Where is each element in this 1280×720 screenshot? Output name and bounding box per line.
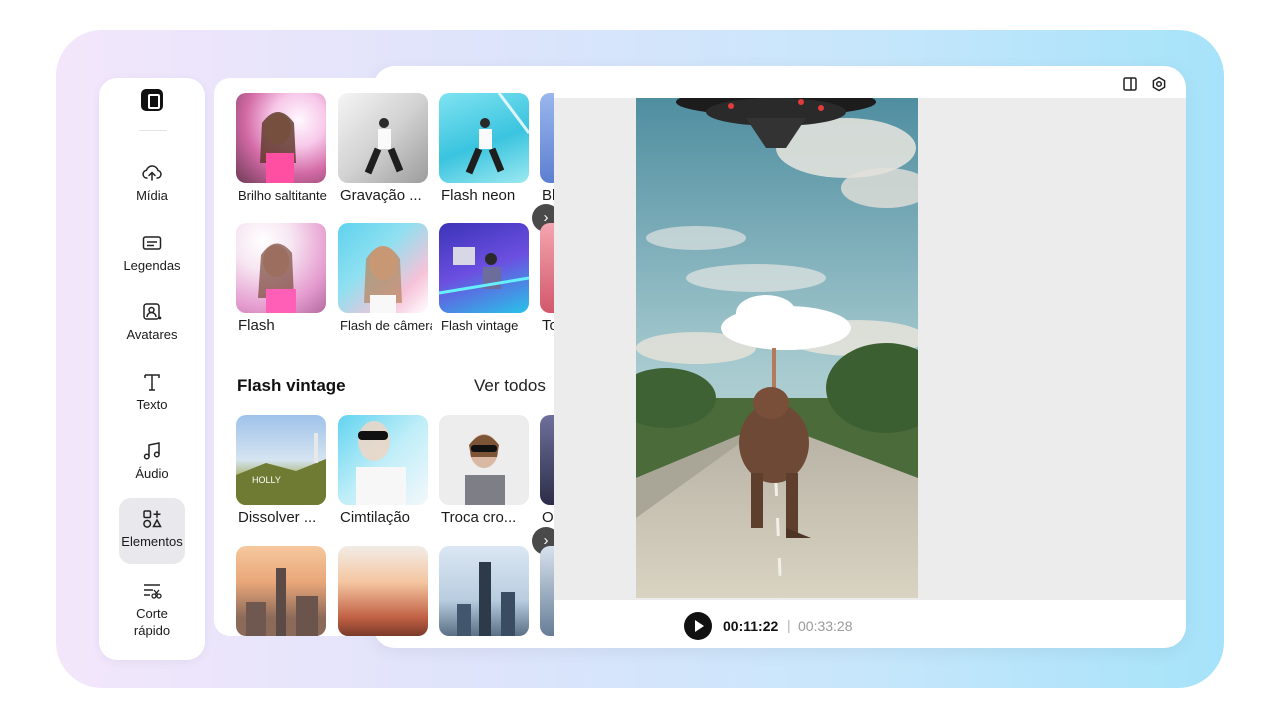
- sidebar-item-label: Avatares: [126, 327, 178, 342]
- app-logo-icon[interactable]: [141, 89, 163, 111]
- effect-thumbnail[interactable]: [338, 415, 428, 505]
- music-note-icon: [143, 442, 160, 460]
- settings-icon[interactable]: [1151, 76, 1167, 92]
- effect-thumbnail[interactable]: [540, 223, 554, 313]
- effect-thumbnail[interactable]: [540, 93, 554, 183]
- effect-thumbnail[interactable]: [338, 93, 428, 183]
- effect-label: Brilho saltitante: [238, 188, 327, 203]
- sidebar-item-avatares[interactable]: Avatares: [119, 301, 185, 347]
- current-time: 00:11:22: [723, 618, 779, 634]
- effect-thumbnail[interactable]: HOLLY: [236, 415, 326, 505]
- play-button[interactable]: [684, 612, 712, 640]
- sidebar-item-label: Legendas: [123, 258, 181, 273]
- left-sidebar: Mídia Legendas Avatares Texto Áudio Elem…: [99, 78, 205, 660]
- sidebar-item-elementos[interactable]: Elementos: [119, 498, 185, 564]
- sidebar-item-label: Áudio: [135, 466, 169, 481]
- total-time: 00:33:28: [798, 618, 853, 634]
- effect-label: Bl: [542, 187, 554, 204]
- effect-label: Flash vintage: [441, 318, 519, 333]
- effect-thumbnail[interactable]: [439, 93, 529, 183]
- video-frame: [636, 98, 918, 598]
- effect-label: Troca cro...: [441, 509, 517, 526]
- see-all-link[interactable]: Ver todos: [474, 376, 546, 396]
- effect-thumbnail[interactable]: [439, 415, 529, 505]
- effect-thumbnail[interactable]: [540, 546, 554, 636]
- time-separator: |: [787, 617, 791, 633]
- effect-label: Cimtilação: [340, 509, 411, 526]
- effect-label: Flash de câmera: [340, 318, 432, 333]
- split-view-icon[interactable]: [1122, 76, 1138, 92]
- sidebar-divider: [139, 130, 167, 131]
- effect-thumbnail[interactable]: [236, 546, 326, 636]
- effect-label: Flash: [238, 317, 275, 334]
- effects-panel: Brilho saltitante Gravação ... Flash neo…: [214, 78, 554, 636]
- elements-icon: [143, 510, 162, 528]
- sidebar-item-label: Mídia: [136, 188, 168, 203]
- quick-cut-icon: [144, 584, 162, 599]
- cloud-upload-icon: [142, 165, 162, 181]
- video-preview[interactable]: [636, 98, 918, 598]
- sidebar-item-midia[interactable]: Mídia: [119, 162, 185, 208]
- effect-thumbnail[interactable]: [439, 546, 529, 636]
- sidebar-item-audio[interactable]: Áudio: [119, 440, 185, 486]
- effect-thumbnail[interactable]: [236, 93, 326, 183]
- sidebar-item-legendas[interactable]: Legendas: [119, 232, 185, 278]
- effect-label: O: [542, 509, 554, 526]
- sidebar-item-texto[interactable]: Texto: [119, 371, 185, 417]
- sidebar-item-label: Elementos: [121, 534, 183, 549]
- effect-thumbnail[interactable]: [439, 223, 529, 313]
- app-stage: 00:11:22 | 00:33:28 Mídia Legendas Avata…: [0, 0, 1280, 720]
- effect-thumbnail[interactable]: [338, 546, 428, 636]
- sidebar-item-label: Texto: [136, 397, 168, 412]
- avatar-icon: [143, 303, 162, 320]
- effect-label: Dissolver ...: [238, 509, 317, 526]
- sidebar-item-label: Corte rápido: [133, 606, 171, 638]
- sidebar-item-corte-rapido[interactable]: Corte rápido: [119, 580, 185, 642]
- section-title: Flash vintage: [237, 376, 346, 395]
- effect-thumbnail[interactable]: [236, 223, 326, 313]
- effect-label: To: [542, 317, 554, 334]
- preview-canvas: [554, 98, 1186, 600]
- effect-thumbnail[interactable]: [540, 415, 554, 505]
- captions-icon: [142, 236, 162, 250]
- effect-thumbnail[interactable]: [338, 223, 428, 313]
- effect-label: Gravação ...: [340, 187, 422, 204]
- text-icon: [144, 374, 160, 391]
- effect-label: Flash neon: [441, 187, 516, 204]
- svg-text:HOLLY: HOLLY: [252, 475, 281, 485]
